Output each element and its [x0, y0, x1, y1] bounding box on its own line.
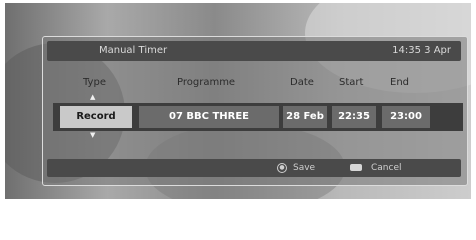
arrow-up-icon[interactable]: ▲ [90, 93, 95, 101]
end-time-field[interactable]: 23:00 [382, 106, 430, 128]
timer-row: Record 07 BBC THREE 28 Feb 22:35 23:00 [53, 103, 463, 131]
column-header-end: End [390, 77, 410, 88]
arrow-down-icon[interactable]: ▼ [90, 131, 95, 139]
column-header-programme: Programme [177, 77, 236, 88]
ok-button-icon: ● [277, 163, 287, 173]
clock-display: 14:35 3 Apr [392, 45, 451, 56]
save-button[interactable]: Save [293, 159, 315, 177]
manual-timer-dialog: Manual Timer 14:35 3 Apr Type Programme … [42, 36, 468, 186]
type-field[interactable]: Record [60, 106, 132, 128]
footer-bar: ● Save Cancel [47, 159, 461, 177]
programme-field[interactable]: 07 BBC THREE [139, 106, 279, 128]
title-bar: Manual Timer 14:35 3 Apr [47, 41, 461, 61]
column-header-date: Date [290, 77, 314, 88]
dialog-title: Manual Timer [99, 45, 168, 56]
start-time-field[interactable]: 22:35 [332, 106, 376, 128]
column-header-start: Start [339, 77, 364, 88]
cancel-button[interactable]: Cancel [371, 159, 402, 177]
tv-screen: Manual Timer 14:35 3 Apr Type Programme … [5, 3, 471, 199]
return-button-icon [350, 164, 362, 171]
date-field[interactable]: 28 Feb [283, 106, 327, 128]
column-header-type: Type [83, 77, 106, 88]
